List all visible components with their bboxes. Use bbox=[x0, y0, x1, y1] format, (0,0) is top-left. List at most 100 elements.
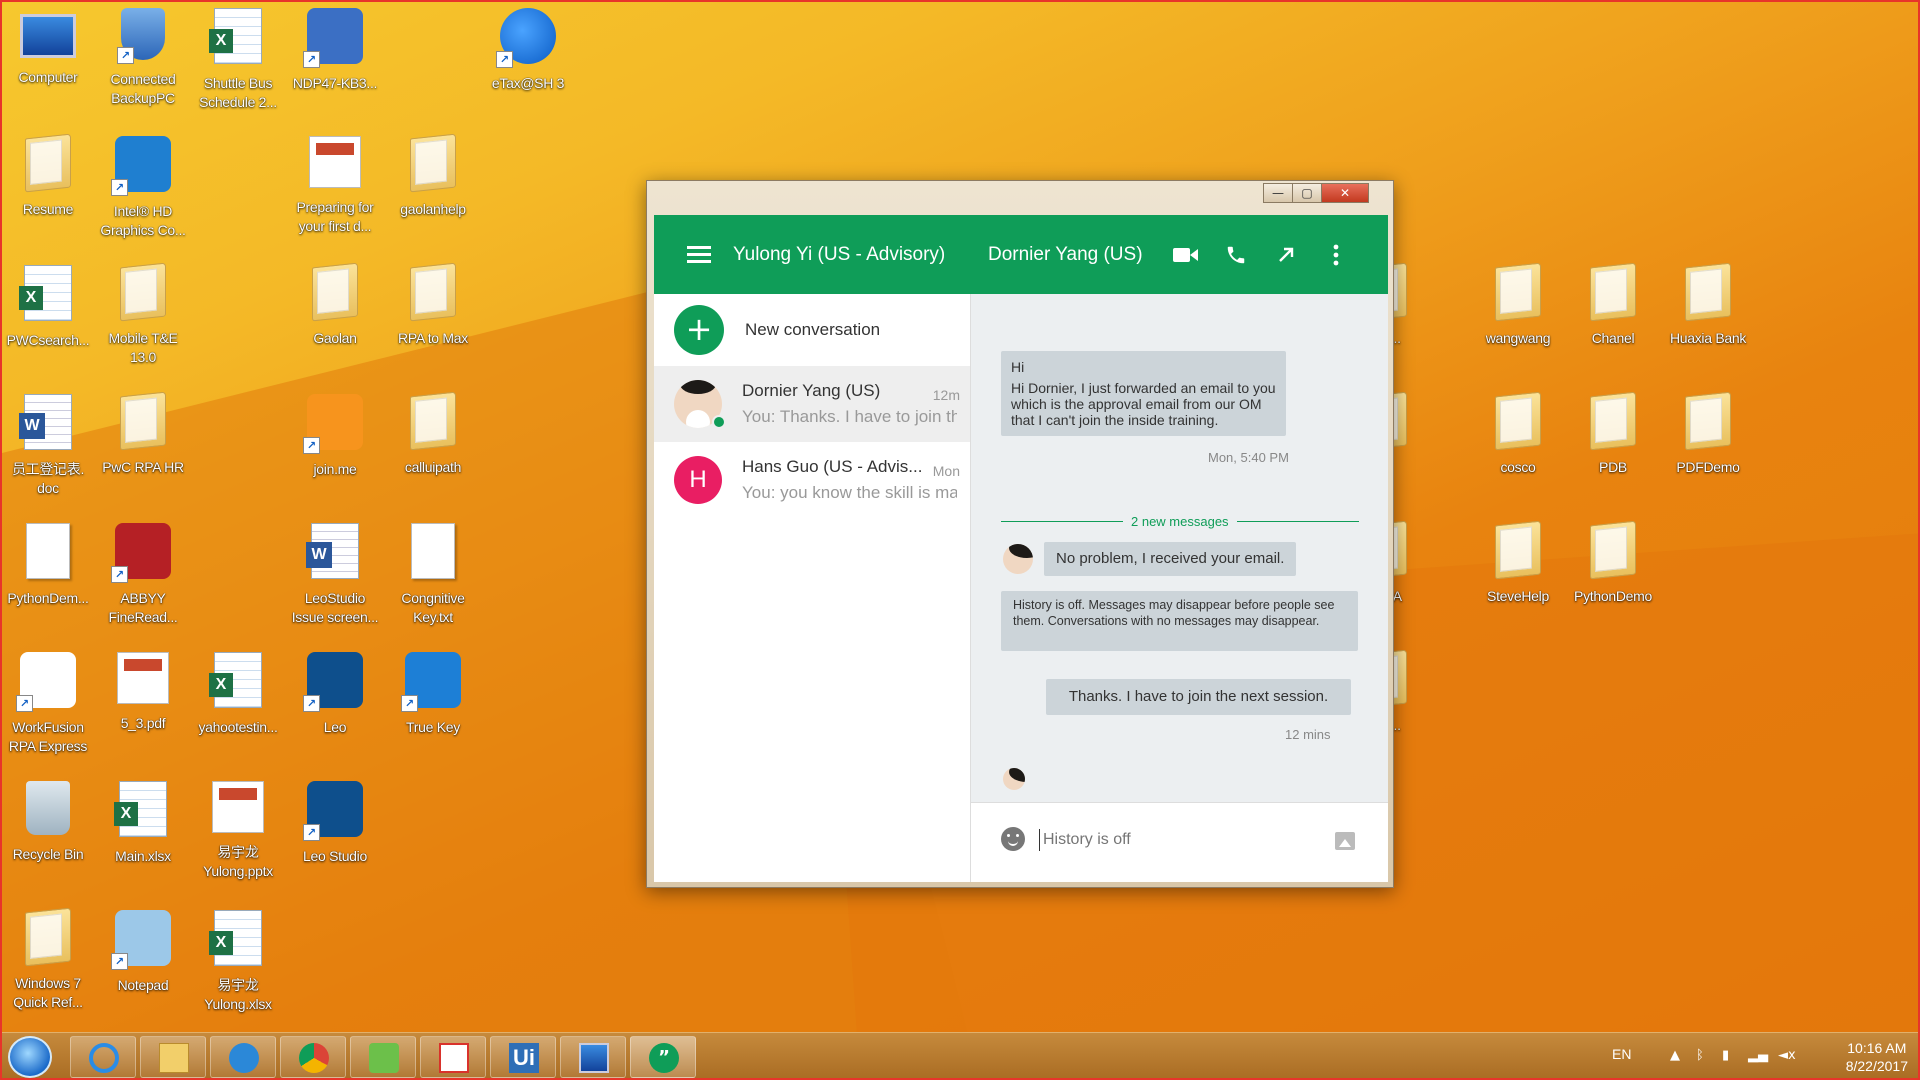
conversation-item-hans[interactable]: H Hans Guo (US - Advis... You: you know … bbox=[654, 442, 970, 518]
desktop-icon-label: Computer bbox=[18, 69, 78, 85]
desktop-icon-label: Gaolan bbox=[313, 330, 357, 346]
volume-muted-icon[interactable]: ◄x bbox=[1778, 1048, 1796, 1064]
taskbar-explorer[interactable] bbox=[140, 1036, 206, 1078]
desktop-icon[interactable]: Preparing for your first d... bbox=[287, 134, 383, 254]
desktop-icon[interactable]: cosco bbox=[1470, 391, 1566, 512]
close-button[interactable]: ✕ bbox=[1321, 183, 1369, 203]
hangouts-window[interactable]: — ▢ ✕ Yulong Yi (US - Advisory) Dornier … bbox=[646, 180, 1394, 888]
desktop-icon[interactable]: WorkFusion RPA Express bbox=[0, 650, 96, 770]
desktop-icon[interactable]: join.me bbox=[287, 392, 383, 512]
hamburger-icon[interactable] bbox=[687, 245, 711, 264]
clock[interactable]: 10:16 AM 8/22/2017 bbox=[1846, 1039, 1908, 1075]
desktop-icon-label: PwC RPA HR bbox=[102, 459, 184, 475]
desktop-icon[interactable]: Chanel bbox=[1565, 262, 1661, 383]
desktop-icon-label: Windows 7 Quick Ref... bbox=[13, 975, 83, 1010]
desktop-icon[interactable]: 易宇龙 Yulong.xlsx bbox=[190, 908, 286, 1028]
taskbar-acrobat[interactable] bbox=[420, 1036, 486, 1078]
contact-name[interactable]: Dornier Yang (US) bbox=[988, 244, 1143, 266]
desktop-icon[interactable]: Mobile T&E 13.0 bbox=[95, 262, 191, 383]
desktop-icon[interactable]: 5_3.pdf bbox=[95, 650, 191, 770]
desktop-icon[interactable]: SteveHelp bbox=[1470, 520, 1566, 641]
desktop-icon[interactable]: Gaolan bbox=[287, 262, 383, 383]
desktop-icon-label: Shuttle Bus Schedule 2... bbox=[199, 75, 277, 110]
taskbar-sharepoint[interactable] bbox=[210, 1036, 276, 1078]
desktop-icon[interactable]: True Key bbox=[385, 650, 481, 770]
desktop-icon[interactable]: calluipath bbox=[385, 391, 481, 512]
desktop-icon[interactable]: Computer bbox=[0, 6, 96, 126]
minimize-button[interactable]: — bbox=[1263, 183, 1293, 203]
new-conversation-button[interactable]: + New conversation bbox=[654, 294, 970, 366]
taskbar-network[interactable] bbox=[560, 1036, 626, 1078]
message-input[interactable] bbox=[1039, 829, 1319, 851]
show-hidden-icons[interactable]: ▲ bbox=[1670, 1048, 1684, 1064]
desktop-icon[interactable]: PDB bbox=[1565, 391, 1661, 512]
video-call-icon[interactable] bbox=[1172, 242, 1199, 268]
chat-pane[interactable]: Hi Hi Dornier, I just forwarded an email… bbox=[971, 294, 1388, 802]
desktop-icon[interactable]: Congnitive Key.txt bbox=[385, 521, 481, 641]
desktop-icon[interactable]: Windows 7 Quick Ref... bbox=[0, 907, 96, 1028]
recycle-icon bbox=[26, 781, 70, 835]
language-indicator[interactable]: EN bbox=[1612, 1046, 1631, 1062]
start-button[interactable] bbox=[8, 1036, 52, 1078]
desktop-icon-label: PWCsearch... bbox=[6, 332, 90, 348]
desktop-icon[interactable]: ABBYY FineRead... bbox=[95, 521, 191, 641]
desktop-icon[interactable]: Notepad bbox=[95, 908, 191, 1028]
folder-icon bbox=[312, 262, 358, 322]
taskbar-hangouts[interactable]: ” bbox=[630, 1036, 696, 1078]
desktop-icon[interactable]: gaolanhelp bbox=[385, 133, 481, 254]
taskbar-uipath[interactable]: Ui bbox=[490, 1036, 556, 1078]
new-messages-divider: 2 new messages bbox=[1001, 514, 1359, 529]
desktop-icon[interactable]: PDFDemo bbox=[1660, 391, 1756, 512]
taskbar-chrome[interactable] bbox=[280, 1036, 346, 1078]
desktop-icon[interactable]: PythonDemo bbox=[1565, 520, 1661, 641]
desktop-icon[interactable]: Leo bbox=[287, 650, 383, 770]
online-indicator bbox=[712, 415, 726, 429]
desktop-icon[interactable]: RPA to Max bbox=[385, 262, 481, 383]
internet-explorer-icon bbox=[89, 1043, 119, 1073]
desktop-icon-label: join.me bbox=[313, 461, 357, 477]
bluetooth-icon[interactable]: ᛒ bbox=[1696, 1048, 1710, 1064]
more-vert-icon[interactable] bbox=[1323, 242, 1349, 268]
desktop-icon[interactable]: NDP47-KB3... bbox=[287, 6, 383, 126]
desktop-icon[interactable]: Huaxia Bank bbox=[1660, 262, 1756, 383]
desktop-icon[interactable]: PwC RPA HR bbox=[95, 391, 191, 512]
desktop-icon[interactable]: yahootestin... bbox=[190, 650, 286, 770]
popout-icon[interactable] bbox=[1273, 242, 1299, 268]
desktop-icon[interactable]: 易宇龙 Yulong.pptx bbox=[190, 779, 286, 899]
desktop-icon[interactable]: wangwang bbox=[1470, 262, 1566, 383]
avatar: H bbox=[674, 456, 722, 504]
desktop-icon[interactable]: PythonDem... bbox=[0, 521, 96, 641]
desktop-icon[interactable]: Main.xlsx bbox=[95, 779, 191, 899]
signal-icon[interactable]: ▂▄ bbox=[1748, 1048, 1768, 1064]
desktop-icon[interactable]: Connected BackupPC bbox=[95, 6, 191, 126]
desktop-icon[interactable]: Leo Studio bbox=[287, 779, 383, 899]
desktop-icon[interactable]: Intel® HD Graphics Co... bbox=[95, 134, 191, 254]
maximize-button[interactable]: ▢ bbox=[1292, 183, 1322, 203]
folder-icon bbox=[1685, 391, 1731, 451]
emoji-icon[interactable] bbox=[1001, 827, 1025, 851]
taskbar-gadget[interactable] bbox=[350, 1036, 416, 1078]
desktop-icon[interactable]: Recycle Bin bbox=[0, 779, 96, 899]
folder-icon bbox=[120, 391, 166, 451]
battery-icon[interactable]: ▮ bbox=[1722, 1048, 1736, 1064]
phone-icon[interactable] bbox=[1223, 242, 1249, 268]
message-text: Hi Dornier, I just forwarded an email to… bbox=[1011, 380, 1276, 428]
folder-icon bbox=[120, 262, 166, 322]
desktop-icon[interactable]: Resume bbox=[0, 133, 96, 254]
desktop-icon[interactable]: Shuttle Bus Schedule 2... bbox=[190, 6, 286, 126]
desktop-icon[interactable]: 员工登记表. doc bbox=[0, 392, 96, 512]
conversation-item-dornier[interactable]: Dornier Yang (US) You: Thanks. I have to… bbox=[654, 366, 970, 442]
taskbar-ie[interactable] bbox=[70, 1036, 136, 1078]
message-text: Hi bbox=[1011, 359, 1025, 375]
desktop-icon-label: calluipath bbox=[404, 459, 462, 475]
desktop-icon-label: WorkFusion RPA Express bbox=[8, 719, 88, 754]
robot-icon bbox=[16, 652, 76, 712]
desktop-icon[interactable]: LeoStudio Issue screen... bbox=[287, 521, 383, 641]
sender-avatar bbox=[1003, 544, 1033, 574]
image-icon[interactable] bbox=[1335, 832, 1355, 850]
installer-icon bbox=[303, 8, 363, 68]
folder-icon bbox=[25, 133, 71, 193]
desktop-icon[interactable]: PWCsearch... bbox=[0, 263, 96, 383]
desktop-icon[interactable]: eTax@SH 3 bbox=[480, 6, 576, 126]
desktop-icon-label: Huaxia Bank bbox=[1669, 330, 1747, 346]
